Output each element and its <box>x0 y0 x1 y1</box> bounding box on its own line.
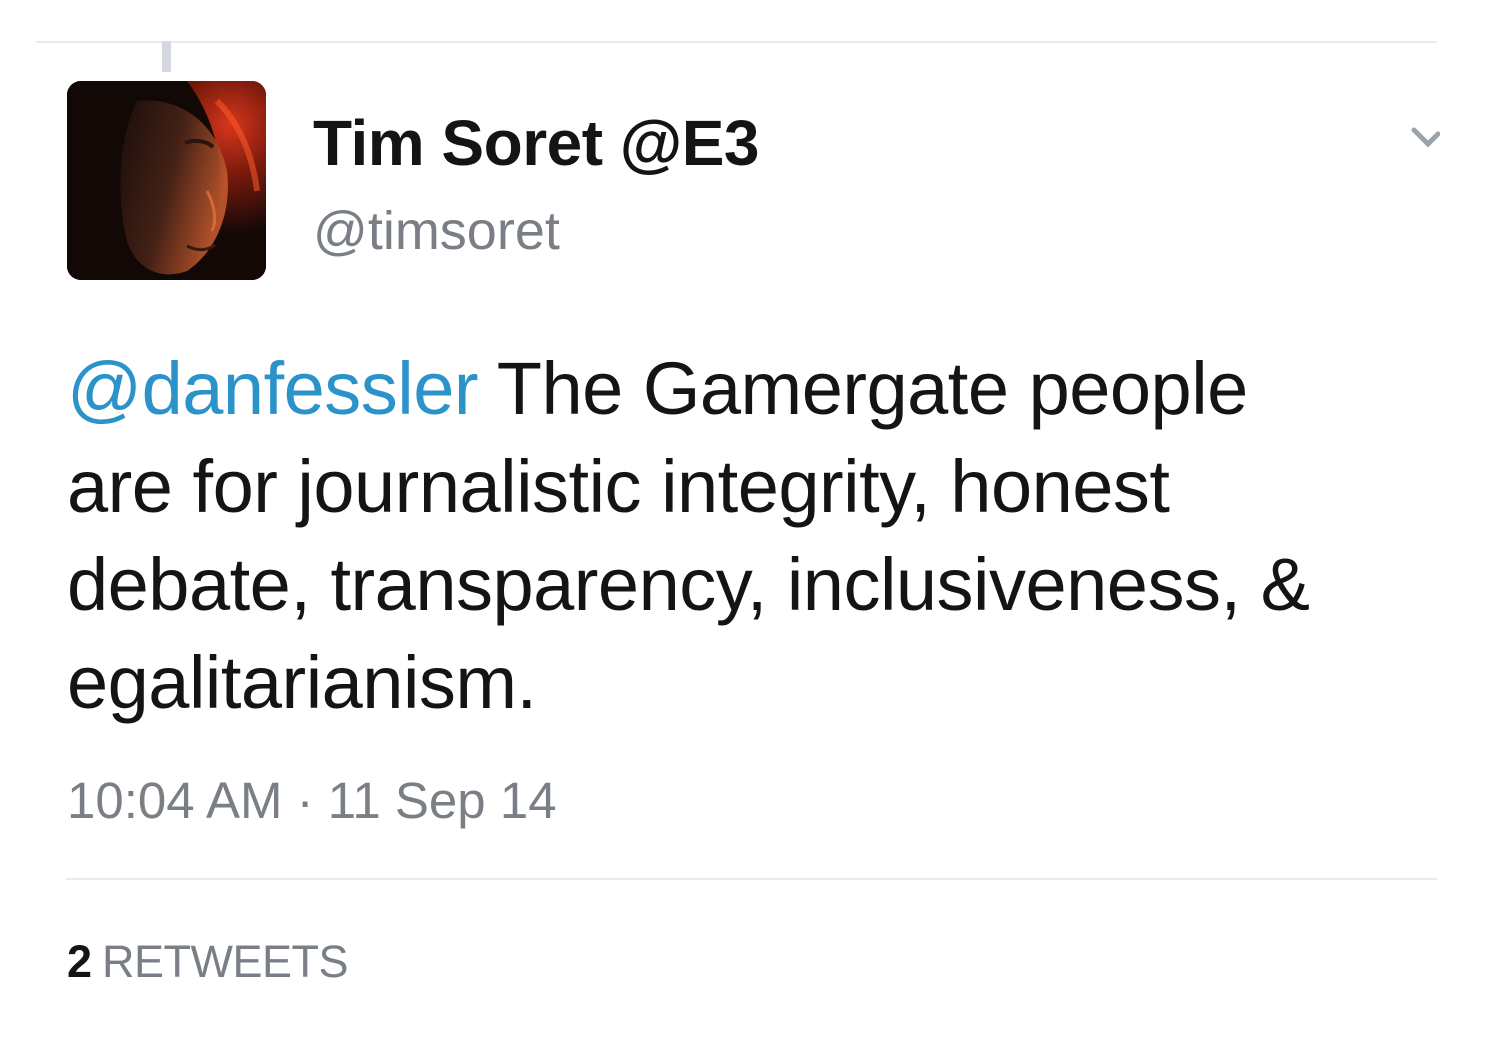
author-avatar[interactable] <box>67 81 266 280</box>
tweet-text: @danfessler The Gamergate people are for… <box>67 340 1467 732</box>
author-handle[interactable]: @timsoret <box>313 199 560 263</box>
avatar-image <box>67 81 266 280</box>
retweet-stats[interactable]: 2 RETWEETS <box>67 934 349 990</box>
retweet-count: 2 <box>67 936 93 987</box>
stats-divider <box>66 878 1437 880</box>
tweet-text-line: egalitarianism. <box>67 641 537 724</box>
tweet-timestamp[interactable]: 10:04 AM · 11 Sep 14 <box>67 770 557 832</box>
tweet-text-line: are for journalistic integrity, honest <box>67 445 1170 528</box>
retweet-label: RETWEETS <box>102 936 349 987</box>
top-divider <box>36 41 1437 43</box>
tweet-text-segment: The Gamergate people <box>478 347 1249 430</box>
chevron-down-icon[interactable] <box>1410 122 1441 152</box>
author-display-name[interactable]: Tim Soret @E3 <box>313 106 759 180</box>
tweet-text-line: @danfessler The Gamergate people <box>67 340 1467 438</box>
thread-connector-line <box>162 41 171 72</box>
mention-link[interactable]: @danfessler <box>67 347 479 430</box>
tweet-text-line: debate, transparency, inclusiveness, & <box>67 543 1310 626</box>
